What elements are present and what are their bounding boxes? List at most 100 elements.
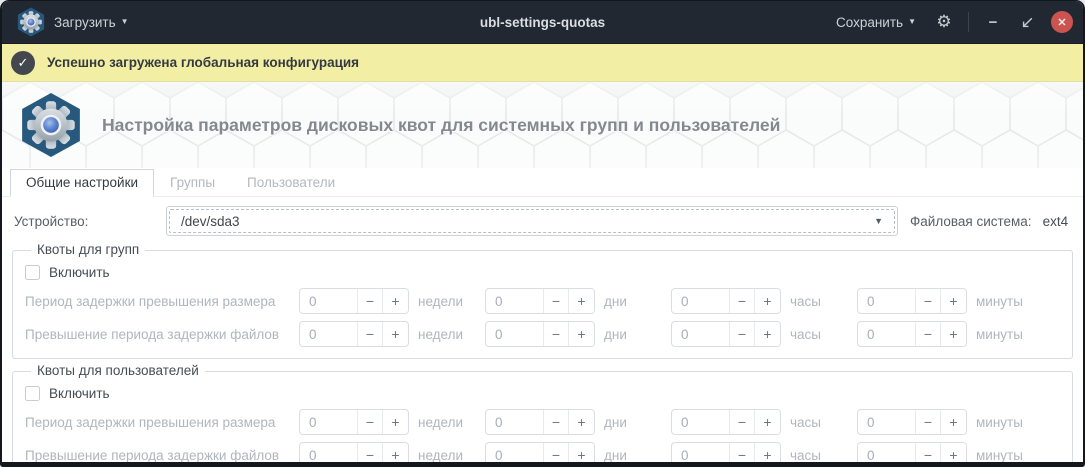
decrement-button[interactable]: − (358, 410, 383, 434)
spinbutton-weeks[interactable]: 0 − + (299, 321, 409, 347)
decrement-button[interactable]: − (358, 289, 383, 313)
spinbutton-minutes[interactable]: 0 − + (857, 288, 967, 314)
decrement-button[interactable]: − (730, 443, 755, 462)
increment-button[interactable]: + (383, 289, 408, 313)
increment-button[interactable]: + (755, 289, 780, 313)
tab-general-settings[interactable]: Общие настройки (10, 169, 155, 197)
titlebar-actions: Сохранить ▼ ⚙ − ✕ (828, 8, 1073, 36)
maximize-icon (1022, 17, 1032, 27)
groups-enable-checkbox[interactable] (25, 265, 40, 280)
close-button[interactable]: ✕ (1051, 11, 1073, 33)
increment-button[interactable]: + (755, 410, 780, 434)
decrement-button[interactable]: − (544, 410, 569, 434)
spinbutton-minutes[interactable]: 0 − + (857, 321, 967, 347)
minimize-button[interactable]: − (979, 8, 1007, 36)
increment-button[interactable]: + (383, 410, 408, 434)
spin-value[interactable]: 0 (486, 410, 544, 434)
page-title: Настройка параметров дисковых квот для с… (102, 114, 781, 135)
decrement-button[interactable]: − (358, 322, 383, 346)
decrement-button[interactable]: − (730, 289, 755, 313)
load-menu-button[interactable]: Загрузить ▼ (46, 9, 137, 36)
increment-button[interactable]: + (569, 410, 594, 434)
increment-button[interactable]: + (941, 410, 966, 434)
decrement-button[interactable]: − (544, 443, 569, 462)
spinbutton-days[interactable]: 0 − + (485, 321, 595, 347)
spin-value[interactable]: 0 (858, 443, 916, 462)
spin-value[interactable]: 0 (486, 322, 544, 346)
tab-bar: Общие настройки Группы Пользователи (2, 168, 1083, 197)
chevron-down-icon: ▼ (908, 17, 916, 26)
groups-file-grace-row: Превышение периода задержки файлов 0 − +… (25, 321, 1062, 347)
spin-value[interactable]: 0 (300, 289, 358, 313)
decrement-button[interactable]: − (730, 410, 755, 434)
spinbutton-weeks[interactable]: 0 − + (299, 409, 409, 435)
spinbutton-hours[interactable]: 0 − + (671, 288, 781, 314)
groups-enable-checkbox-row[interactable]: Включить (25, 265, 1062, 280)
save-menu-button[interactable]: Сохранить ▼ (828, 9, 924, 36)
users-file-grace-row: Превышение периода задержки файлов 0 − +… (25, 442, 1062, 463)
spinbutton-days[interactable]: 0 − + (485, 442, 595, 462)
settings-gear-icon[interactable]: ⚙ (930, 8, 958, 36)
increment-button[interactable]: + (569, 443, 594, 462)
dropdown-arrow-icon: ▼ (874, 216, 883, 226)
unit-label-minutes: минуты (976, 293, 1023, 309)
titlebar-separator (968, 12, 969, 32)
increment-button[interactable]: + (569, 289, 594, 313)
decrement-button[interactable]: − (358, 443, 383, 462)
spin-value[interactable]: 0 (858, 289, 916, 313)
increment-button[interactable]: + (383, 322, 408, 346)
spinbutton-minutes[interactable]: 0 − + (857, 409, 967, 435)
spin-value[interactable]: 0 (300, 410, 358, 434)
decrement-button[interactable]: − (916, 289, 941, 313)
unit-label-days: дни (604, 293, 627, 309)
tab-users[interactable]: Пользователи (231, 169, 351, 196)
load-menu-label: Загрузить (54, 14, 116, 30)
decrement-button[interactable]: − (916, 410, 941, 434)
maximize-button[interactable] (1013, 8, 1041, 36)
spin-value[interactable]: 0 (300, 322, 358, 346)
spin-value[interactable]: 0 (486, 289, 544, 313)
unit-label-hours: часы (790, 326, 821, 342)
groups-enable-label: Включить (49, 265, 110, 280)
spinbutton-weeks[interactable]: 0 − + (299, 442, 409, 462)
spin-value[interactable]: 0 (486, 443, 544, 462)
spinbutton-days[interactable]: 0 − + (485, 409, 595, 435)
increment-button[interactable]: + (755, 322, 780, 346)
spin-value[interactable]: 0 (672, 289, 730, 313)
device-combobox[interactable]: /dev/sda3 ▼ (166, 206, 898, 236)
decrement-button[interactable]: − (544, 322, 569, 346)
increment-button[interactable]: + (941, 289, 966, 313)
app-logo-large (18, 92, 84, 158)
spin-value[interactable]: 0 (672, 443, 730, 462)
increment-button[interactable]: + (383, 443, 408, 462)
spinbutton-hours[interactable]: 0 − + (671, 442, 781, 462)
increment-button[interactable]: + (941, 322, 966, 346)
increment-button[interactable]: + (941, 443, 966, 462)
unit-label-hours: часы (790, 447, 821, 463)
spin-value[interactable]: 0 (300, 443, 358, 462)
spin-value[interactable]: 0 (858, 322, 916, 346)
spinbutton-hours[interactable]: 0 − + (671, 321, 781, 347)
row-label: Превышение периода задержки файлов (25, 447, 280, 463)
unit-label-days: дни (604, 447, 627, 463)
decrement-button[interactable]: − (916, 322, 941, 346)
users-enable-checkbox[interactable] (25, 386, 40, 401)
tab-groups[interactable]: Группы (154, 169, 231, 196)
titlebar: Загрузить ▼ ubl-settings-quotas Сохранит… (2, 1, 1083, 44)
spinbutton-weeks[interactable]: 0 − + (299, 288, 409, 314)
increment-button[interactable]: + (569, 322, 594, 346)
spin-value[interactable]: 0 (672, 410, 730, 434)
decrement-button[interactable]: − (730, 322, 755, 346)
increment-button[interactable]: + (755, 443, 780, 462)
spin-value[interactable]: 0 (858, 410, 916, 434)
unit-label-days: дни (604, 326, 627, 342)
users-enable-checkbox-row[interactable]: Включить (25, 386, 1062, 401)
unit-label-minutes: минуты (976, 326, 1023, 342)
spinbutton-days[interactable]: 0 − + (485, 288, 595, 314)
spinbutton-hours[interactable]: 0 − + (671, 409, 781, 435)
decrement-button[interactable]: − (916, 443, 941, 462)
spin-cell-weeks: 0 − + недели (299, 321, 485, 347)
spin-value[interactable]: 0 (672, 322, 730, 346)
spinbutton-minutes[interactable]: 0 − + (857, 442, 967, 462)
decrement-button[interactable]: − (544, 289, 569, 313)
